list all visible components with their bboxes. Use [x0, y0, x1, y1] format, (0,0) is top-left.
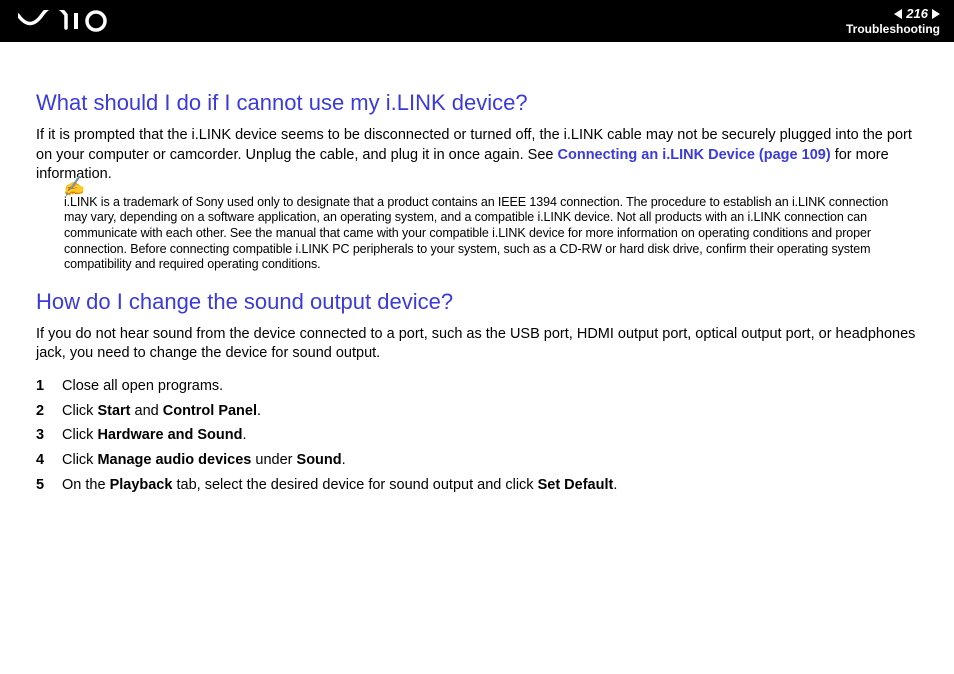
header-meta: 216 Troubleshooting	[846, 6, 940, 36]
step-text-part: Click	[62, 403, 97, 419]
question-2-heading: How do I change the sound output device?	[36, 289, 918, 315]
step-text: Click Manage audio devices under Sound.	[62, 448, 346, 473]
step-text-part: .	[342, 452, 346, 468]
step-text-part: On the	[62, 477, 110, 493]
step-bold: Playback	[110, 477, 173, 493]
step-text-part: Close all open programs.	[62, 378, 223, 394]
steps-list: 1 Close all open programs. 2 Click Start…	[36, 374, 918, 497]
step-bold: Set Default	[538, 477, 614, 493]
step-text-part: .	[242, 427, 246, 443]
step-number: 5	[36, 473, 48, 498]
step-text-part: Click	[62, 427, 97, 443]
prev-page-arrow-icon[interactable]	[894, 9, 902, 19]
question-1-paragraph: If it is prompted that the i.LINK device…	[36, 126, 918, 185]
note-text: i.LINK is a trademark of Sony used only …	[64, 195, 914, 273]
step-text: On the Playback tab, select the desired …	[62, 473, 617, 498]
step-item: 2 Click Start and Control Panel.	[36, 399, 918, 424]
step-number: 4	[36, 448, 48, 473]
step-text-part: and	[131, 403, 163, 419]
step-text-part: .	[257, 403, 261, 419]
step-text: Click Hardware and Sound.	[62, 423, 247, 448]
step-item: 1 Close all open programs.	[36, 374, 918, 399]
step-bold: Start	[97, 403, 130, 419]
page-number: 216	[906, 6, 928, 21]
step-text-part: Click	[62, 452, 97, 468]
step-bold: Manage audio devices	[97, 452, 251, 468]
step-text: Close all open programs.	[62, 374, 223, 399]
step-item: 5 On the Playback tab, select the desire…	[36, 473, 918, 498]
page-content: What should I do if I cannot use my i.LI…	[0, 42, 954, 497]
page-number-nav: 216	[894, 6, 940, 21]
step-number: 1	[36, 374, 48, 399]
vaio-logo	[18, 10, 118, 32]
note-icon: ✍	[60, 175, 86, 200]
step-text-part: .	[613, 477, 617, 493]
step-bold: Hardware and Sound	[97, 427, 242, 443]
step-text-part: tab, select the desired device for sound…	[172, 477, 537, 493]
section-label: Troubleshooting	[846, 22, 940, 36]
vaio-logo-svg	[18, 10, 118, 32]
next-page-arrow-icon[interactable]	[932, 9, 940, 19]
step-text: Click Start and Control Panel.	[62, 399, 261, 424]
step-item: 4 Click Manage audio devices under Sound…	[36, 448, 918, 473]
note-block: ✍ i.LINK is a trademark of Sony used onl…	[64, 195, 918, 273]
question-2-intro: If you do not hear sound from the device…	[36, 325, 918, 364]
connecting-ilink-link[interactable]: Connecting an i.LINK Device (page 109)	[558, 147, 831, 163]
step-bold: Control Panel	[163, 403, 257, 419]
step-number: 3	[36, 423, 48, 448]
step-bold: Sound	[297, 452, 342, 468]
step-item: 3 Click Hardware and Sound.	[36, 423, 918, 448]
question-1-heading: What should I do if I cannot use my i.LI…	[36, 90, 918, 116]
step-number: 2	[36, 399, 48, 424]
step-text-part: under	[251, 452, 296, 468]
header-bar: 216 Troubleshooting	[0, 0, 954, 42]
